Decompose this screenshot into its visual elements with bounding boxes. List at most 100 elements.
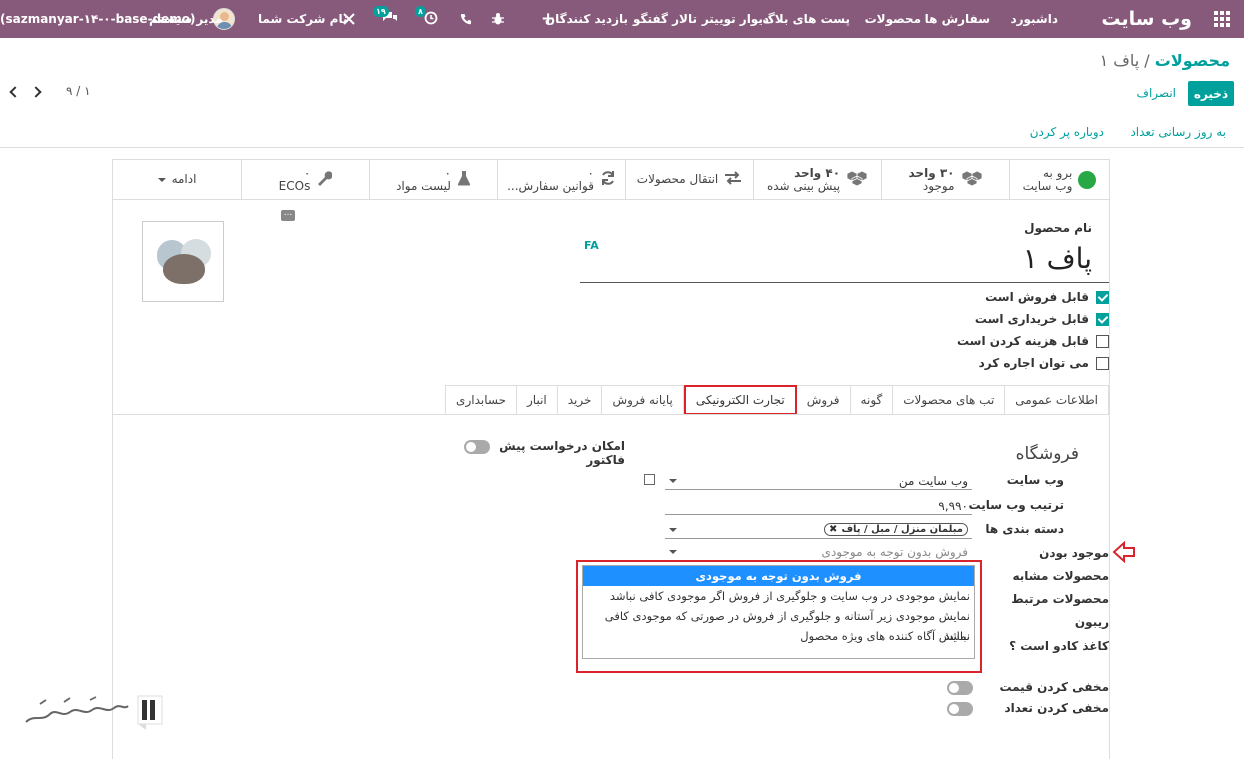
pager-value[interactable]: ۹ / ۱: [66, 84, 91, 98]
website-sequence-input[interactable]: ۹,۹۹۰: [665, 497, 972, 515]
reordering-rules-label: قوانین سفارش...: [507, 178, 594, 193]
product-name-input[interactable]: پاف ۱: [1023, 242, 1092, 275]
tab-variants[interactable]: گونه: [850, 385, 894, 415]
tab-product-tabs[interactable]: تب های محصولات: [893, 385, 1006, 415]
onhand-button[interactable]: ۳۰ واحد موجود: [881, 160, 1009, 200]
hide-price-toggle[interactable]: [947, 681, 973, 695]
pager-previous-icon[interactable]: [9, 86, 21, 98]
cubes-icon: [846, 169, 868, 191]
tab-pos[interactable]: پایانه فروش: [602, 385, 684, 415]
website-select[interactable]: وب سایت من: [665, 472, 972, 490]
messages-chat-icon[interactable]: ۱۹: [373, 0, 398, 38]
tab-ecommerce[interactable]: تجارت الکترونیکی: [683, 385, 797, 415]
chevron-down-icon: [157, 177, 166, 182]
cubes-icon: [961, 169, 983, 191]
tab-sales[interactable]: فروش: [796, 385, 851, 415]
breadcrumb: محصولات / پاف ۱: [1100, 51, 1230, 70]
purchase-ok-row[interactable]: قابل خریداری است: [975, 312, 1109, 326]
chevron-down-icon: [669, 478, 677, 483]
website-value: وب سایت من: [898, 473, 968, 488]
shop-section-title: فروشگاه: [1015, 444, 1079, 464]
tab-purchase[interactable]: خرید: [557, 385, 603, 415]
category-tag-label: مبلمان منزل / مبل / پاف: [841, 524, 963, 535]
menu-products[interactable]: محصولات: [865, 0, 921, 38]
product-moves-button[interactable]: انتقال محصولات: [625, 160, 753, 200]
top-navbar: وب سایت داشبورد سفارش ها محصولات پست های…: [0, 0, 1244, 38]
availability-value: فروش بدون توجه به موجودی: [821, 544, 968, 559]
notebook-tabs: اطلاعات عمومی تب های محصولات گونه فروش ت…: [445, 385, 1109, 415]
pointer-arrow-icon: [1112, 541, 1135, 563]
menu-forum[interactable]: تالار گفتگو: [633, 0, 697, 38]
quotation-request-toggle[interactable]: [464, 440, 490, 454]
product-name-underline: [580, 282, 1109, 283]
menu-dashboard[interactable]: داشبورد: [1010, 0, 1058, 38]
sale-ok-row[interactable]: قابل فروش است: [985, 290, 1109, 304]
external-link-icon[interactable]: [644, 474, 655, 485]
wrench-icon: [316, 170, 333, 190]
activity-clock-icon[interactable]: ۸: [415, 0, 438, 38]
product-image[interactable]: [142, 221, 224, 302]
bom-button[interactable]: ۰ لیست مواد: [369, 160, 497, 200]
company-switcher[interactable]: نام شرکت شما: [258, 0, 347, 38]
sale-ok-label: قابل فروش است: [985, 290, 1089, 304]
tab-general-info[interactable]: اطلاعات عمومی: [1005, 385, 1109, 415]
save-button[interactable]: ذخیره: [1188, 81, 1234, 106]
availability-select[interactable]: فروش بدون توجه به موجودی: [665, 543, 972, 561]
sale-ok-checkbox[interactable]: [1096, 290, 1109, 304]
product-name-label: نام محصول: [1024, 221, 1092, 235]
tab-accounting[interactable]: حسابداری: [445, 385, 517, 415]
menu-orders[interactable]: سفارش ها: [925, 0, 990, 38]
more-options-icon[interactable]: ...: [281, 209, 295, 221]
rent-ok-row[interactable]: می توان اجاره کرد: [979, 356, 1109, 370]
expense-ok-row[interactable]: قابل هزینه کردن است: [957, 334, 1109, 348]
pager-next-icon[interactable]: [30, 86, 42, 98]
breadcrumb-products[interactable]: محصولات: [1155, 51, 1230, 70]
activity-badge: ۸: [415, 5, 426, 17]
quick-create-icon[interactable]: +: [541, 0, 555, 38]
forecast-button[interactable]: ۴۰ واحد پیش بینی شده: [753, 160, 881, 200]
availability-label: موجود بودن: [1039, 546, 1109, 560]
ecos-button[interactable]: ۰ ECOs: [241, 160, 369, 200]
ribbon-label: ریبون: [1074, 615, 1109, 629]
website-line1: برو به: [1043, 165, 1073, 180]
reordering-rules-button[interactable]: ۰ قوانین سفارش...: [497, 160, 625, 200]
chevron-down-icon: [669, 549, 677, 554]
forecast-label: پیش بینی شده: [766, 178, 841, 193]
exchange-arrows-icon: [724, 170, 742, 189]
purchase-ok-label: قابل خریداری است: [974, 312, 1089, 326]
alternative-products-label: محصولات مشابه: [1012, 569, 1109, 583]
breadcrumb-separator: /: [1144, 51, 1150, 70]
app-brand[interactable]: وب سایت: [1101, 0, 1192, 38]
tab-inventory[interactable]: انبار: [517, 385, 558, 415]
more-button[interactable]: ادامه: [113, 160, 241, 200]
highlight-box: [576, 560, 982, 673]
menu-blog-posts[interactable]: پست های بلاگ: [762, 0, 850, 38]
update-quantity-button[interactable]: به روز رسانی تعداد: [1130, 125, 1226, 139]
refresh-icon: [600, 170, 616, 190]
messages-badge: ۱۹: [373, 6, 389, 17]
watermark-logo: [25, 695, 163, 730]
category-tag[interactable]: مبلمان منزل / مبل / پاف ✖: [824, 523, 968, 536]
rent-ok-checkbox[interactable]: [1096, 356, 1109, 370]
expense-ok-checkbox[interactable]: [1096, 334, 1109, 348]
translate-button[interactable]: FA: [584, 239, 599, 252]
hide-quantity-toggle[interactable]: [947, 702, 973, 716]
discard-button[interactable]: انصراف: [1137, 86, 1176, 100]
go-to-website-button[interactable]: برو به وب سایت: [1009, 160, 1109, 200]
chevron-down-icon: [669, 527, 677, 532]
onhand-label: موجود: [922, 178, 955, 193]
replenish-button[interactable]: دوباره پر کردن: [1030, 125, 1104, 139]
phone-icon[interactable]: [460, 0, 472, 38]
categories-input[interactable]: مبلمان منزل / مبل / پاف ✖: [665, 521, 972, 539]
ecos-label: ECOs: [278, 178, 311, 193]
apps-menu-icon[interactable]: [1214, 11, 1230, 27]
menu-twitter-wall[interactable]: دیوار توییتر: [702, 0, 769, 38]
control-panel: محصولات / پاف ۱ ذخیره انصراف ۹ / ۱ به رو…: [0, 38, 1244, 148]
more-label: ادامه: [171, 172, 197, 186]
menu-visitors[interactable]: بازدید کنندگان: [545, 0, 628, 38]
tag-remove-icon[interactable]: ✖: [829, 524, 837, 535]
debug-bug-icon[interactable]: [491, 0, 505, 38]
purchase-ok-checkbox[interactable]: [1096, 312, 1109, 326]
categories-label: دسته بندی ها: [985, 522, 1064, 536]
bom-label: لیست مواد: [396, 178, 451, 193]
